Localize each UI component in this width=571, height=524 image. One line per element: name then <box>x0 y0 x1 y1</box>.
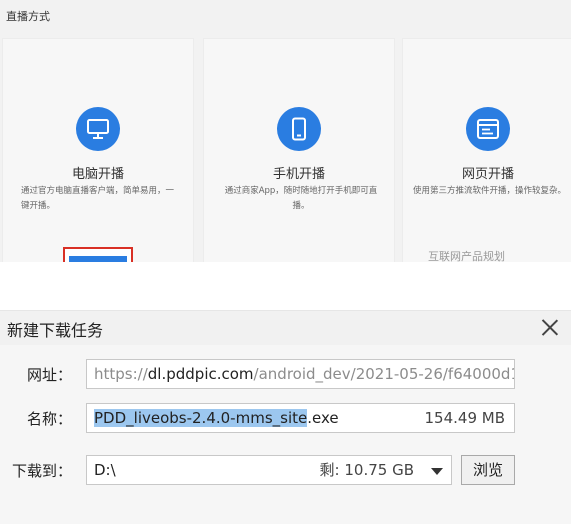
card-title: 手机开播 <box>272 167 325 182</box>
free-space: 剩: 10.75 GB <box>319 461 414 479</box>
phone-icon <box>277 107 321 151</box>
card-title: 网页开播 <box>461 167 514 182</box>
filename-extension: .exe <box>307 409 339 427</box>
spacer <box>0 262 571 310</box>
name-label: 名称： <box>26 410 72 428</box>
url-domain: dl.pddpic.com <box>147 365 254 383</box>
close-icon[interactable] <box>541 318 559 336</box>
watermark: 互联网产品规划 <box>428 250 505 262</box>
dialog-header: 新建下载任务 <box>0 311 571 345</box>
live-method-panel: 直播方式 电脑开播 通过官方电脑直播客户端，简单易用，一键开播。 手机开播 通过… <box>0 0 571 262</box>
card-description: 通过商家App，随时随地打开手机即可直播。 <box>224 186 378 211</box>
url-field[interactable]: https://dl.pddpic.com/android_dev/2021-0… <box>86 359 515 389</box>
dialog-body: 网址： https://dl.pddpic.com/android_dev/20… <box>0 345 571 524</box>
new-download-dialog: 新建下载任务 网址： https://dl.pddpic.com/android… <box>0 310 571 524</box>
card-description: 通过官方电脑直播客户端，简单易用，一键开播。 <box>21 186 175 211</box>
card-title: 电脑开播 <box>71 167 124 182</box>
browse-button[interactable]: 浏览 <box>461 455 515 485</box>
card-mobile-live[interactable]: 手机开播 通过商家App，随时随地打开手机即可直播。 <box>203 38 395 262</box>
url-label: 网址： <box>26 366 72 384</box>
url-prefix: https:// <box>94 365 148 383</box>
filename-selected: PDD_liveobs-2.4.0-mms_site <box>94 409 308 427</box>
filename-field[interactable]: PDD_liveobs-2.4.0-mms_site.exe 154.49 MB <box>86 403 515 433</box>
monitor-icon <box>76 107 120 151</box>
save-path-field[interactable]: D:\ 剩: 10.75 GB <box>86 455 423 485</box>
dialog-title: 新建下载任务 <box>7 321 104 340</box>
save-path-label: 下载到： <box>11 462 72 480</box>
card-description: 使用第三方推流软件开播，操作较复杂。 <box>413 186 567 196</box>
save-path-value: D:\ <box>94 461 116 479</box>
card-pc-live[interactable]: 电脑开播 通过官方电脑直播客户端，简单易用，一键开播。 <box>2 38 194 262</box>
path-dropdown-button[interactable] <box>422 455 452 485</box>
url-path: /android_dev/2021-05-26/f64000d1e <box>253 365 515 383</box>
start-live-button[interactable] <box>63 247 133 262</box>
file-size: 154.49 MB <box>424 409 506 427</box>
web-icon <box>466 107 510 151</box>
section-title: 直播方式 <box>6 10 50 23</box>
card-web-live[interactable]: 网页开播 使用第三方推流软件开播，操作较复杂。 <box>402 38 571 262</box>
